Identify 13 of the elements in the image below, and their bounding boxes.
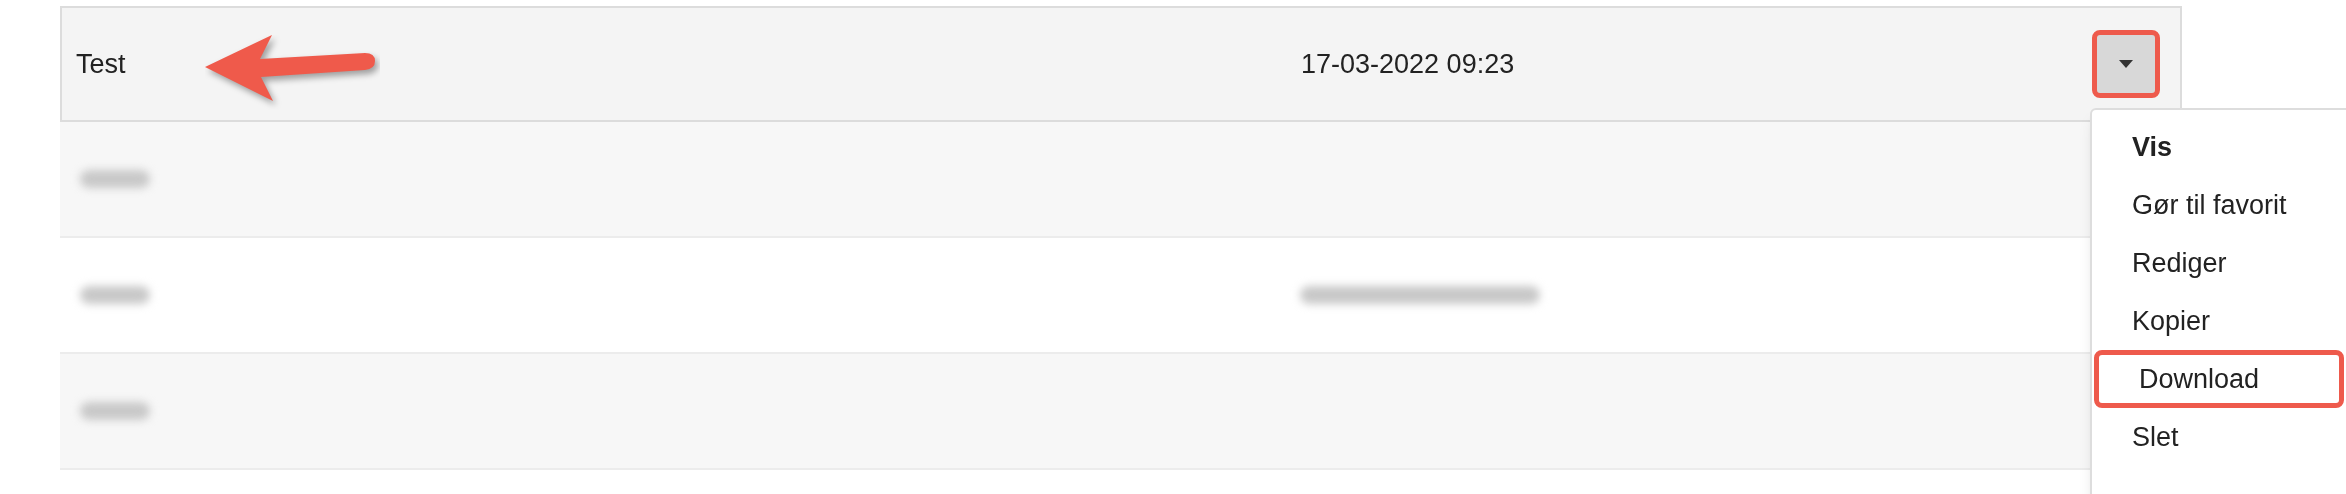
blurred-text — [80, 402, 150, 420]
dropdown-button[interactable] — [2092, 30, 2160, 98]
blurred-text — [80, 286, 150, 304]
row-name: Test — [76, 47, 126, 81]
menu-item[interactable]: Slet — [2092, 408, 2346, 466]
menu-item[interactable]: Gør til favorit — [2092, 176, 2346, 234]
caret-icon — [2119, 60, 2133, 68]
menu-item[interactable]: Download — [2094, 350, 2344, 408]
blurred-text — [80, 170, 150, 188]
menu-item[interactable]: Rediger — [2092, 234, 2346, 292]
row-date: 17-03-2022 09:23 — [1301, 47, 1516, 81]
menu-item[interactable]: Vis — [2092, 118, 2346, 176]
menu-item[interactable]: Kopier — [2092, 292, 2346, 350]
